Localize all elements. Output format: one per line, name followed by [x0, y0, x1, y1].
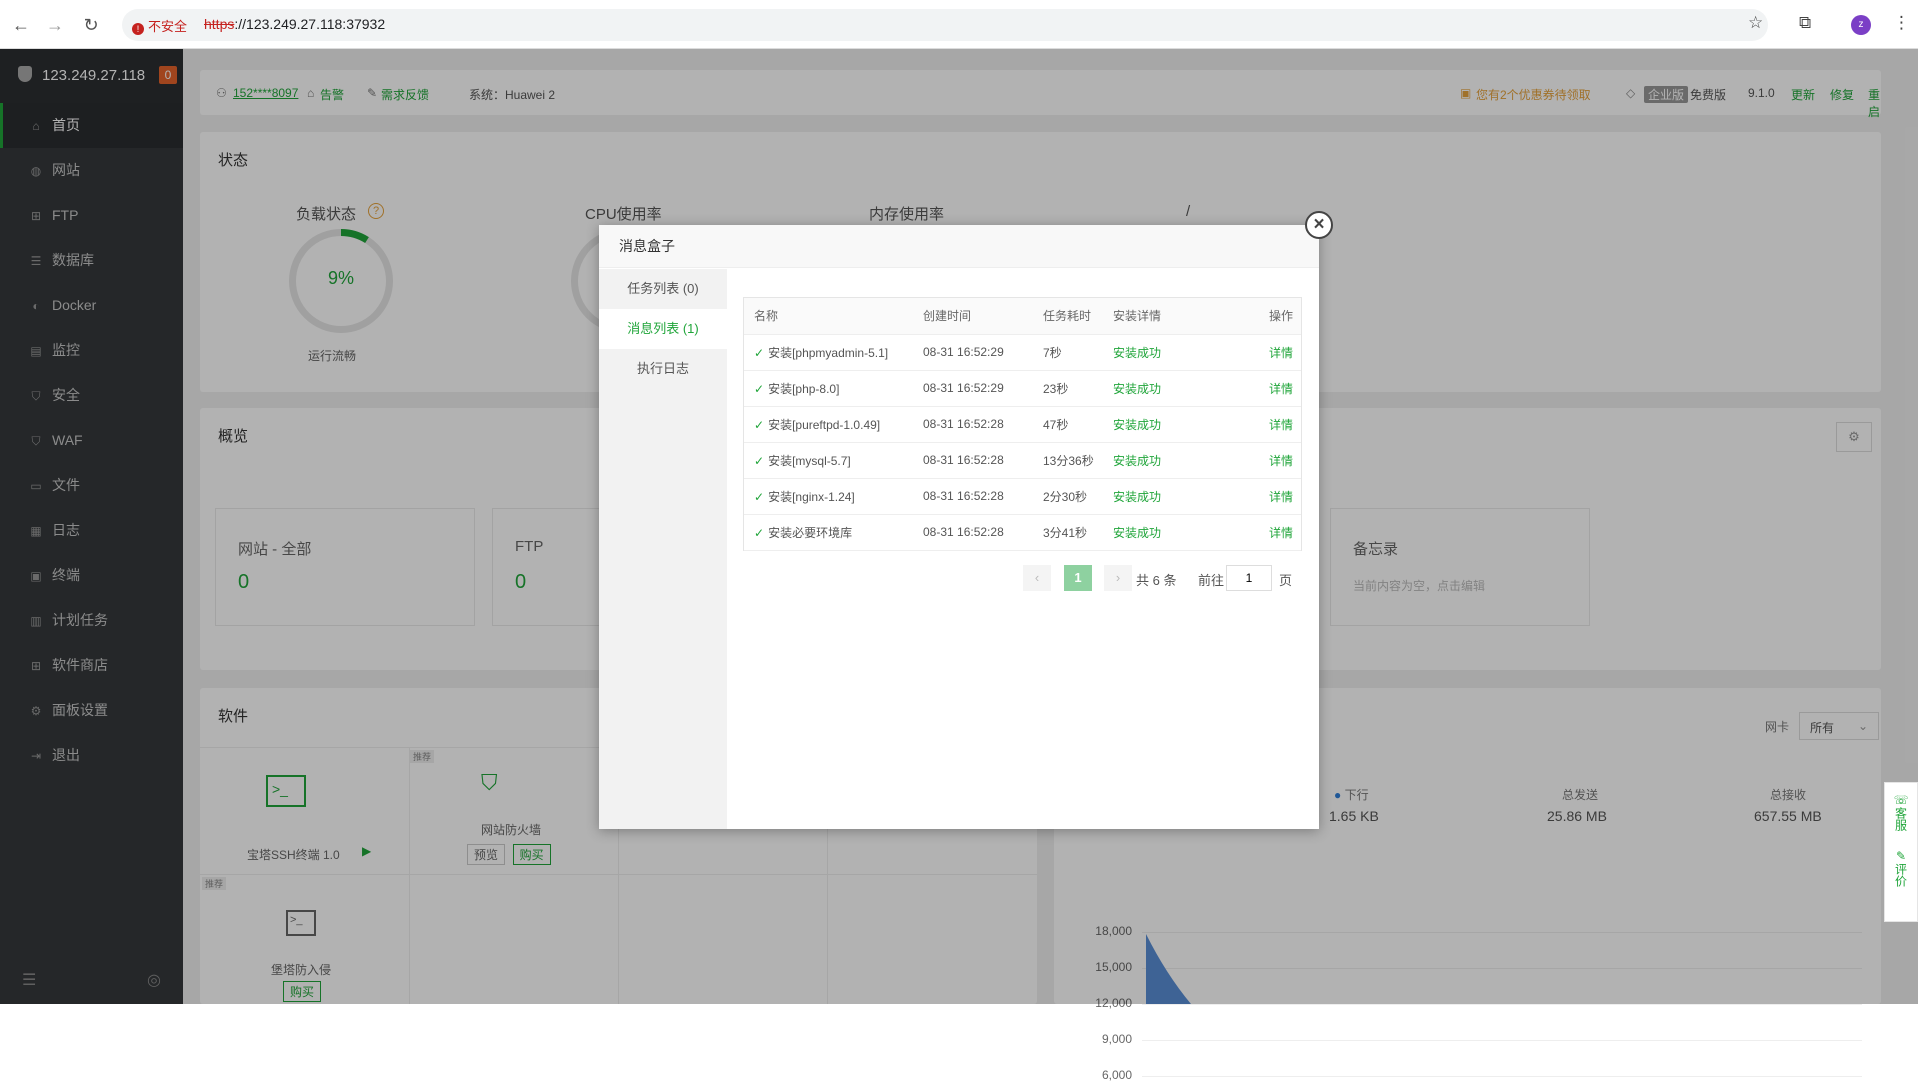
- task-status: 安装成功: [1103, 442, 1233, 479]
- grid-line: [1142, 1040, 1862, 1041]
- task-name: ✓ 安装[mysql-5.7]: [744, 442, 913, 479]
- service-button[interactable]: ☏ 客服: [1885, 783, 1917, 831]
- message-box-dialog: 消息盒子 任务列表 (0) 消息列表 (1) 执行日志 名称 创建时间 任务耗时…: [599, 225, 1319, 829]
- headset-icon: ☏: [1893, 793, 1909, 807]
- task-cost: 13分36秒: [1033, 442, 1103, 479]
- task-cost: 7秒: [1033, 334, 1103, 371]
- task-cost: 3分41秒: [1033, 514, 1103, 551]
- close-dialog-icon[interactable]: ×: [1305, 211, 1333, 239]
- task-table-frame: 名称 创建时间 任务耗时 安装详情 操作 ✓ 安装[phpmyadmin-5.1]…: [743, 297, 1302, 551]
- check-icon: ✓: [754, 525, 765, 540]
- forward-arrow-icon[interactable]: →: [44, 14, 66, 36]
- goto-label: 前往: [1198, 573, 1225, 588]
- table-row: ✓ 安装[nginx-1.24] 08-31 16:52:28 2分30秒 安装成功 详情: [744, 478, 1301, 515]
- table-row: ✓ 安装[phpmyadmin-5.1] 08-31 16:52:29 7秒 安装成功详…: [744, 334, 1301, 371]
- task-cost: 47秒: [1033, 406, 1103, 443]
- table-row: ✓ 安装[mysql-5.7] 08-31 16:52:28 13分36秒 安装成功 详情: [744, 442, 1301, 479]
- task-table: 名称 创建时间 任务耗时 安装详情 操作 ✓ 安装[phpmyadmin-5.1]…: [744, 298, 1301, 551]
- column-header-cost: 任务耗时: [1033, 298, 1103, 335]
- table-row: ✓ 安装必要环境库 08-31 16:52:28 3分41秒 安装成功 详情: [744, 514, 1301, 551]
- profile-avatar[interactable]: z: [1851, 15, 1871, 35]
- message-tabs: 任务列表 (0) 消息列表 (1) 执行日志: [599, 269, 727, 829]
- task-time: 08-31 16:52:29: [913, 370, 1033, 407]
- check-icon: ✓: [754, 381, 765, 396]
- table-row: ✓ 安装[pureftpd-1.0.49] 08-31 16:52:28 47秒 安装成…: [744, 406, 1301, 443]
- reload-icon[interactable]: ↻: [80, 14, 102, 36]
- review-icon: ✎: [1895, 849, 1907, 863]
- goto-page-input[interactable]: [1226, 565, 1272, 591]
- task-detail-link[interactable]: 详情: [1233, 334, 1301, 371]
- menu-dots-icon[interactable]: ⋮: [1893, 13, 1910, 33]
- task-time: 08-31 16:52:28: [913, 514, 1033, 551]
- dialog-title: 消息盒子: [599, 225, 1319, 268]
- task-cost: 23秒: [1033, 370, 1103, 407]
- check-icon: ✓: [754, 489, 765, 504]
- tab-message-list[interactable]: 消息列表 (1): [599, 309, 727, 349]
- grid-line: [1142, 1004, 1862, 1005]
- task-name: ✓ 安装[nginx-1.24]: [744, 478, 913, 515]
- task-time: 08-31 16:52:29: [913, 334, 1033, 371]
- column-header-time: 创建时间: [913, 298, 1033, 335]
- y-tick-label: 9,000: [1101, 1032, 1132, 1046]
- check-icon: ✓: [754, 345, 765, 360]
- grid-line: [1142, 1076, 1862, 1077]
- task-cost: 2分30秒: [1033, 478, 1103, 515]
- column-header-action: 操作: [1233, 298, 1301, 335]
- task-status: 安装成功: [1103, 334, 1233, 371]
- task-status: 安装成功: [1103, 478, 1233, 515]
- task-time: 08-31 16:52:28: [913, 406, 1033, 443]
- address-bar[interactable]: ! 不安全 https://123.249.27.118:37932: [122, 9, 1768, 41]
- task-detail-link[interactable]: 详情: [1233, 406, 1301, 443]
- table-header-row: 名称 创建时间 任务耗时 安装详情 操作: [744, 298, 1301, 335]
- browser-toolbar: ← → ↻ ! 不安全 https://123.249.27.118:37932 …: [0, 0, 1918, 49]
- url-text[interactable]: https://123.249.27.118:37932: [204, 16, 385, 32]
- task-time: 08-31 16:52:28: [913, 442, 1033, 479]
- task-status: 安装成功: [1103, 370, 1233, 407]
- star-icon[interactable]: ☆: [1748, 13, 1763, 33]
- check-icon: ✓: [754, 453, 765, 468]
- page-1-button[interactable]: 1: [1064, 565, 1092, 591]
- task-name: ✓ 安装[phpmyadmin-5.1]: [744, 334, 913, 371]
- back-arrow-icon[interactable]: ←: [10, 14, 32, 36]
- task-status: 安装成功: [1103, 406, 1233, 443]
- task-detail-link[interactable]: 详情: [1233, 478, 1301, 515]
- prev-page-icon[interactable]: ‹: [1023, 565, 1051, 591]
- task-detail-link[interactable]: 详情: [1233, 442, 1301, 479]
- task-name: ✓ 安装[php-8.0]: [744, 370, 913, 407]
- next-page-icon[interactable]: ›: [1104, 565, 1132, 591]
- task-time: 08-31 16:52:28: [913, 478, 1033, 515]
- y-tick-label: 6,000: [1101, 1068, 1132, 1082]
- task-name: ✓ 安装必要环境库: [744, 514, 913, 551]
- total-count: 共 6 条: [1136, 573, 1177, 588]
- column-header-name: 名称: [744, 298, 913, 335]
- check-icon: ✓: [754, 417, 765, 432]
- extensions-icon[interactable]: ⧉: [1799, 13, 1811, 33]
- tab-exec-log[interactable]: 执行日志: [599, 349, 727, 389]
- task-name: ✓ 安装[pureftpd-1.0.49]: [744, 406, 913, 443]
- page-unit: 页: [1279, 573, 1293, 588]
- column-header-status: 安装详情: [1103, 298, 1233, 335]
- insecure-chip[interactable]: ! 不安全: [132, 16, 187, 35]
- task-detail-link[interactable]: 详情: [1233, 370, 1301, 407]
- warning-icon: !: [132, 23, 144, 35]
- review-button[interactable]: ✎ 评价: [1885, 831, 1917, 887]
- task-status: 安装成功: [1103, 514, 1233, 551]
- tab-task-list[interactable]: 任务列表 (0): [599, 269, 727, 309]
- floating-service-panel: ☏ 客服 ✎ 评价: [1884, 782, 1918, 922]
- table-row: ✓ 安装[php-8.0] 08-31 16:52:29 23秒 安装成功 详情: [744, 370, 1301, 407]
- task-detail-link[interactable]: 详情: [1233, 514, 1301, 551]
